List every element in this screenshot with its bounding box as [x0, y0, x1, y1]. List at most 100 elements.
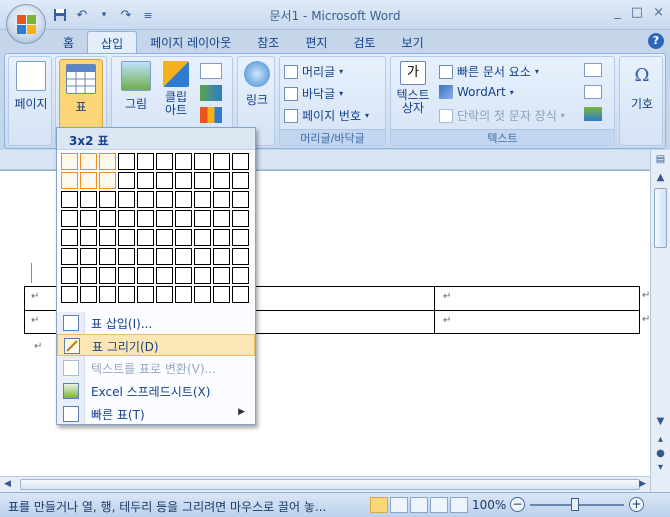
- table-grid-cell[interactable]: [213, 172, 230, 189]
- table-grid-cell[interactable]: [80, 267, 97, 284]
- textbox-button[interactable]: 가 텍스트 상자: [393, 61, 433, 131]
- table-grid-cell[interactable]: [137, 286, 154, 303]
- ruler-toggle-icon[interactable]: ▤: [651, 154, 670, 165]
- table-grid-cell[interactable]: [80, 172, 97, 189]
- table-grid-cell[interactable]: [99, 248, 116, 265]
- table-grid-cell[interactable]: [99, 267, 116, 284]
- outline-view-button[interactable]: [430, 497, 448, 513]
- table-grid-cell[interactable]: [194, 229, 211, 246]
- table-grid-cell[interactable]: [232, 267, 249, 284]
- full-screen-reading-view-button[interactable]: [390, 497, 408, 513]
- object-icon[interactable]: [584, 107, 602, 121]
- table-grid-cell[interactable]: [213, 229, 230, 246]
- table-grid-cell[interactable]: [175, 248, 192, 265]
- insert-table-item[interactable]: 표 삽입(I)...: [57, 312, 255, 334]
- browse-object-icon[interactable]: ●: [651, 448, 670, 459]
- print-layout-view-button[interactable]: [370, 497, 388, 513]
- table-grid-cell[interactable]: [118, 267, 135, 284]
- table-grid-cell[interactable]: [175, 267, 192, 284]
- zoom-level[interactable]: 100%: [472, 498, 506, 512]
- table-grid-cell[interactable]: [232, 286, 249, 303]
- scroll-right-icon[interactable]: ▶: [639, 479, 646, 489]
- table-grid-cell[interactable]: [194, 172, 211, 189]
- footer-button[interactable]: 바닥글 ▾: [284, 85, 343, 102]
- table-grid-cell[interactable]: [232, 210, 249, 227]
- table-grid-cell[interactable]: [156, 267, 173, 284]
- table-grid-cell[interactable]: [232, 248, 249, 265]
- tab-references[interactable]: 참조: [244, 31, 292, 53]
- pages-button[interactable]: 페이지: [9, 61, 53, 131]
- table-grid-cell[interactable]: [80, 229, 97, 246]
- zoom-out-button[interactable]: −: [510, 497, 525, 512]
- table-grid-cell[interactable]: [118, 286, 135, 303]
- table-grid-cell[interactable]: [61, 267, 78, 284]
- table-grid-cell[interactable]: [137, 267, 154, 284]
- tab-home[interactable]: 홈: [50, 31, 87, 53]
- table-grid-cell[interactable]: [156, 153, 173, 170]
- table-grid-cell[interactable]: [194, 191, 211, 208]
- table-grid-cell[interactable]: [80, 153, 97, 170]
- table-grid-cell[interactable]: [137, 210, 154, 227]
- table-grid-cell[interactable]: [156, 229, 173, 246]
- quick-tables-item[interactable]: 빠른 표(T) ▶: [57, 403, 255, 425]
- previous-page-icon[interactable]: ▴: [651, 434, 670, 445]
- table-grid-cell[interactable]: [175, 191, 192, 208]
- table-grid-cell[interactable]: [99, 153, 116, 170]
- table-grid-cell[interactable]: [213, 153, 230, 170]
- table-grid-cell[interactable]: [175, 229, 192, 246]
- scroll-left-icon[interactable]: ◀: [4, 479, 11, 489]
- table-grid-cell[interactable]: [99, 191, 116, 208]
- page-number-button[interactable]: 페이지 번호 ▾: [284, 107, 369, 124]
- table-grid-cell[interactable]: [118, 248, 135, 265]
- table-grid-cell[interactable]: [137, 191, 154, 208]
- horizontal-scrollbar[interactable]: ◀ ▶: [0, 476, 650, 492]
- wordart-button[interactable]: WordArt ▾: [439, 85, 514, 99]
- table-grid-cell[interactable]: [137, 248, 154, 265]
- zoom-in-button[interactable]: +: [629, 497, 644, 512]
- table-grid-cell[interactable]: [61, 172, 78, 189]
- table-grid-cell[interactable]: [232, 153, 249, 170]
- vertical-scroll-thumb[interactable]: [654, 188, 667, 248]
- table-grid-cell[interactable]: [232, 229, 249, 246]
- tab-review[interactable]: 검토: [340, 31, 388, 53]
- clipart-button[interactable]: 클립 아트: [154, 61, 198, 131]
- excel-spreadsheet-item[interactable]: Excel 스프레드시트(X): [57, 380, 255, 402]
- table-grid-cell[interactable]: [213, 286, 230, 303]
- table-grid-cell[interactable]: [118, 153, 135, 170]
- table-grid-cell[interactable]: [156, 210, 173, 227]
- table-grid-cell[interactable]: [61, 248, 78, 265]
- horizontal-scroll-thumb[interactable]: [20, 479, 640, 490]
- table-grid-cell[interactable]: [175, 286, 192, 303]
- table-button[interactable]: 표: [59, 59, 103, 129]
- smartart-icon[interactable]: [200, 85, 222, 101]
- table-grid-cell[interactable]: [194, 153, 211, 170]
- draft-view-button[interactable]: [450, 497, 468, 513]
- table-grid-cell[interactable]: [175, 172, 192, 189]
- maximize-button[interactable]: □: [631, 5, 643, 20]
- shapes-icon[interactable]: [200, 63, 222, 79]
- table-grid-cell[interactable]: [61, 191, 78, 208]
- web-layout-view-button[interactable]: [410, 497, 428, 513]
- table-grid-cell[interactable]: [118, 229, 135, 246]
- table-grid-cell[interactable]: [99, 229, 116, 246]
- quick-parts-button[interactable]: 빠른 문서 요소 ▾: [439, 63, 539, 80]
- table-grid-cell[interactable]: [118, 191, 135, 208]
- minimize-button[interactable]: _: [614, 5, 621, 20]
- picture-button[interactable]: 그림: [114, 61, 158, 131]
- table-grid-cell[interactable]: [99, 172, 116, 189]
- table-grid-cell[interactable]: [118, 210, 135, 227]
- link-button[interactable]: 링크: [235, 61, 279, 131]
- table-grid-cell[interactable]: [137, 153, 154, 170]
- table-grid-cell[interactable]: [194, 286, 211, 303]
- vertical-scrollbar[interactable]: ▤ ▲ ▼ ▴ ● ▾: [650, 150, 670, 492]
- symbol-button[interactable]: Ω 기호: [620, 61, 664, 131]
- table-grid-cell[interactable]: [61, 153, 78, 170]
- zoom-slider-thumb[interactable]: [571, 498, 579, 511]
- table-grid-cell[interactable]: [156, 286, 173, 303]
- table-grid-cell[interactable]: [156, 172, 173, 189]
- tab-view[interactable]: 보기: [389, 31, 437, 53]
- tab-insert[interactable]: 삽입: [87, 31, 138, 53]
- table-grid-cell[interactable]: [213, 191, 230, 208]
- help-icon[interactable]: ?: [648, 33, 664, 49]
- scroll-down-icon[interactable]: ▼: [651, 416, 670, 427]
